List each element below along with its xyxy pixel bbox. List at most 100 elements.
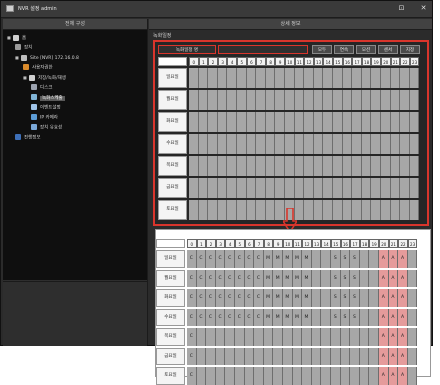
schedule-cell[interactable] — [333, 178, 343, 198]
schedule-cell[interactable] — [196, 367, 207, 385]
schedule-cell[interactable]: A — [379, 347, 389, 365]
hour-header[interactable]: 0 — [187, 239, 197, 248]
schedule-cell[interactable] — [350, 367, 360, 385]
schedule-cell[interactable] — [275, 134, 285, 154]
hour-header[interactable]: 7 — [254, 239, 264, 248]
schedule-cell[interactable]: S — [350, 250, 360, 268]
schedule-cell[interactable] — [342, 178, 353, 198]
schedule-cell[interactable] — [246, 112, 257, 132]
schedule-cell[interactable] — [198, 90, 209, 110]
schedule-cell[interactable]: M — [273, 250, 283, 268]
schedule-cell[interactable] — [321, 289, 331, 307]
schedule-cell[interactable] — [215, 328, 226, 346]
schedule-cell[interactable] — [311, 250, 322, 268]
schedule-cell[interactable]: S — [340, 289, 351, 307]
day-label[interactable]: 화요일 — [158, 112, 187, 132]
tree-item-2[interactable]: 장치 — [15, 44, 32, 51]
schedule-cell[interactable] — [189, 178, 199, 198]
schedule-cell[interactable] — [352, 90, 362, 110]
schedule-cell[interactable] — [409, 178, 420, 198]
schedule-cell[interactable] — [390, 68, 401, 88]
schedule-cell[interactable] — [189, 68, 199, 88]
schedule-cell[interactable] — [359, 367, 370, 385]
schedule-cell[interactable] — [196, 347, 207, 365]
schedule-cell[interactable]: C — [225, 308, 235, 326]
schedule-cell[interactable] — [265, 134, 276, 154]
schedule-cell[interactable]: C — [196, 250, 207, 268]
schedule-cell[interactable] — [254, 347, 264, 365]
schedule-cell[interactable] — [225, 367, 235, 385]
tree-expand-icon[interactable]: ■ — [15, 54, 19, 61]
schedule-cell[interactable]: C — [235, 250, 245, 268]
schedule-cell[interactable] — [369, 308, 379, 326]
schedule-cell[interactable] — [275, 90, 285, 110]
schedule-cell[interactable] — [390, 200, 401, 220]
hour-header[interactable]: 15 — [331, 239, 341, 248]
schedule-cell[interactable] — [381, 134, 391, 154]
mode-button-all[interactable]: 모두 — [312, 45, 332, 54]
schedule-cell[interactable]: A — [379, 269, 389, 287]
schedule-cell[interactable] — [273, 347, 283, 365]
schedule-cell[interactable]: M — [283, 250, 293, 268]
schedule-cell[interactable] — [227, 90, 237, 110]
schedule-cell[interactable]: A — [388, 347, 399, 365]
schedule-cell[interactable] — [227, 134, 237, 154]
hour-header[interactable]: 18 — [361, 57, 372, 66]
schedule-cell[interactable] — [333, 90, 343, 110]
hour-header[interactable]: 14 — [321, 239, 331, 248]
tree-item-5[interactable]: ■ 저장/녹화/재생 — [23, 74, 66, 81]
schedule-cell[interactable] — [321, 347, 331, 365]
hour-header[interactable]: 17 — [350, 239, 360, 248]
schedule-cell[interactable] — [313, 178, 324, 198]
schedule-cell[interactable] — [313, 68, 324, 88]
schedule-cell[interactable] — [285, 68, 295, 88]
schedule-cell[interactable] — [263, 367, 274, 385]
schedule-cell[interactable] — [265, 178, 276, 198]
schedule-cell[interactable] — [225, 347, 235, 365]
schedule-cell[interactable] — [369, 347, 379, 365]
schedule-cell[interactable]: C — [187, 328, 197, 346]
schedule-cell[interactable]: C — [196, 269, 207, 287]
day-label[interactable]: 목요일 — [156, 328, 185, 346]
tree-expand-icon[interactable]: ■ — [23, 74, 27, 81]
schedule-cell[interactable] — [369, 289, 379, 307]
day-label[interactable]: 금요일 — [156, 347, 185, 365]
schedule-cell[interactable] — [198, 68, 209, 88]
schedule-cell[interactable] — [350, 328, 360, 346]
schedule-cell[interactable]: C — [244, 250, 255, 268]
schedule-cell[interactable] — [400, 200, 410, 220]
schedule-cell[interactable] — [323, 134, 333, 154]
schedule-cell[interactable]: M — [263, 308, 274, 326]
schedule-cell[interactable]: A — [379, 250, 389, 268]
schedule-cell[interactable] — [246, 178, 257, 198]
schedule-cell[interactable] — [244, 328, 255, 346]
schedule-cell[interactable]: C — [187, 289, 197, 307]
schedule-cell[interactable]: S — [350, 269, 360, 287]
schedule-cell[interactable]: S — [331, 308, 341, 326]
hour-header[interactable]: 14 — [323, 57, 333, 66]
schedule-cell[interactable]: C — [225, 269, 235, 287]
schedule-cell[interactable]: C — [254, 308, 264, 326]
schedule-cell[interactable] — [235, 328, 245, 346]
schedule-cell[interactable] — [256, 178, 266, 198]
schedule-cell[interactable] — [342, 200, 353, 220]
schedule-cell[interactable] — [371, 90, 381, 110]
hour-header[interactable]: 15 — [333, 57, 343, 66]
pin-button[interactable]: ⊡ — [397, 4, 406, 13]
schedule-cell[interactable] — [254, 328, 264, 346]
schedule-cell[interactable]: A — [388, 250, 399, 268]
schedule-cell[interactable] — [352, 178, 362, 198]
schedule-cell[interactable] — [381, 156, 391, 176]
schedule-cell[interactable] — [352, 134, 362, 154]
schedule-cell[interactable]: A — [398, 328, 408, 346]
hour-header[interactable]: 9 — [275, 57, 285, 66]
hour-header[interactable]: 5 — [235, 239, 245, 248]
schedule-cell[interactable] — [292, 367, 303, 385]
schedule-cell[interactable]: C — [206, 308, 216, 326]
schedule-cell[interactable] — [206, 367, 216, 385]
schedule-cell[interactable] — [407, 367, 418, 385]
schedule-cell[interactable] — [246, 68, 257, 88]
schedule-cell[interactable] — [285, 90, 295, 110]
schedule-cell[interactable] — [244, 347, 255, 365]
schedule-cell[interactable] — [275, 178, 285, 198]
